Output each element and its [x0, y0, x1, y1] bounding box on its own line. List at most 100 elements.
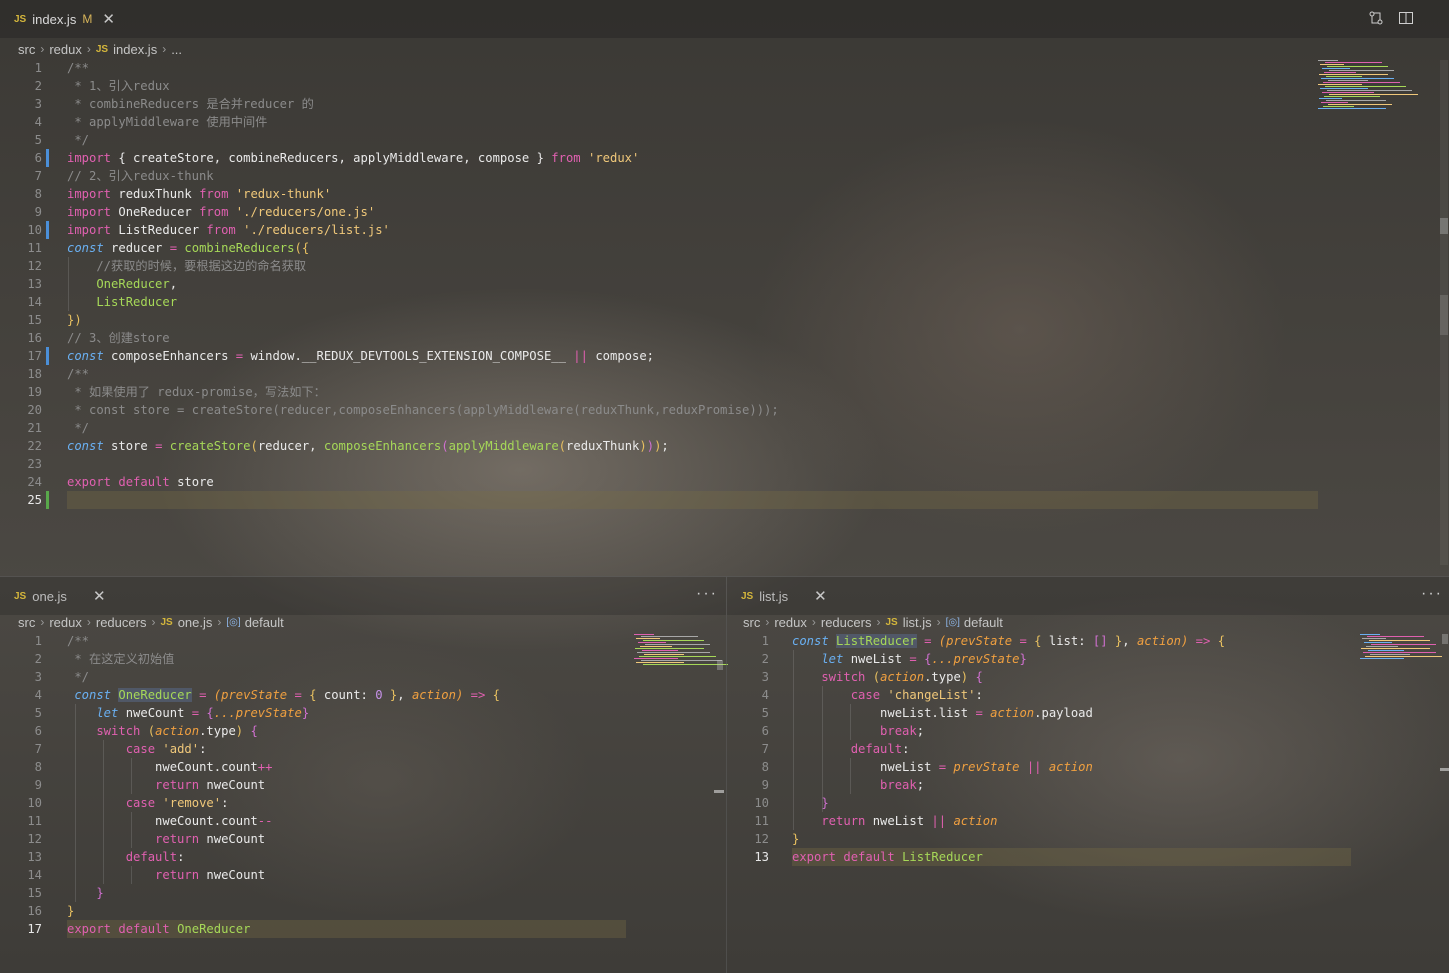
code-line[interactable]: 22 const store = createStore(reducer, com… [0, 437, 1449, 455]
code-text: const composeEnhancers = window.__REDUX_… [67, 347, 654, 365]
breadcrumb-item[interactable]: src [743, 615, 760, 630]
code-editor-one-js[interactable]: 1/** 2 * 在这定义初始值 3 */4 const OneReducer = … [0, 632, 726, 972]
minimap[interactable] [1318, 60, 1438, 120]
breadcrumb-item[interactable]: list.js [903, 615, 932, 630]
code-line[interactable]: 15}) [0, 311, 1449, 329]
code-line[interactable]: 6 import { createStore, combineReducers, … [0, 149, 1449, 167]
code-line[interactable]: 16 // 3、创建store [0, 329, 1449, 347]
code-line[interactable]: 13 export default ListReducer [727, 848, 1449, 866]
git-change-marker[interactable] [46, 347, 49, 365]
code-line[interactable]: 3 switch (action.type) { [727, 668, 1449, 686]
code-line[interactable]: 11 nweCount.count-- [0, 812, 726, 830]
code-line[interactable]: 9 import OneReducer from './reducers/one.… [0, 203, 1449, 221]
code-line[interactable]: 3 * combineReducers 是合并reducer 的 [0, 95, 1449, 113]
scrollbar-thumb[interactable] [714, 790, 724, 793]
code-line[interactable]: 17 export default OneReducer [0, 920, 726, 938]
code-line[interactable]: 11 return nweList || action [727, 812, 1449, 830]
code-line[interactable]: 8 nweList = prevState || action [727, 758, 1449, 776]
code-line[interactable]: 7 default: [727, 740, 1449, 758]
code-line[interactable]: 8 import reduxThunk from 'redux-thunk' [0, 185, 1449, 203]
code-line[interactable]: 3 */ [0, 668, 726, 686]
code-editor-index-js[interactable]: 1/** 2 * 1、引入redux 3 * combineReducers 是合并… [0, 59, 1449, 574]
breadcrumb-item[interactable]: default [245, 615, 284, 630]
code-line[interactable]: 14 ListReducer [0, 293, 1449, 311]
tab-one-js[interactable]: JS one.js ✕ [0, 577, 118, 615]
code-line[interactable]: 2 * 1、引入redux [0, 77, 1449, 95]
code-line[interactable]: 7 // 2、引入redux-thunk [0, 167, 1449, 185]
code-line[interactable]: 15 } [0, 884, 726, 902]
code-line[interactable]: 1 const ListReducer = (prevState = { list… [727, 632, 1449, 650]
code-line[interactable]: 9 break; [727, 776, 1449, 794]
code-line[interactable]: 18 /** [0, 365, 1449, 383]
code-line[interactable]: 14 return nweCount [0, 866, 726, 884]
code-line[interactable]: 1 /** [0, 59, 1449, 77]
code-line[interactable]: 2 * 在这定义初始值 [0, 650, 726, 668]
breadcrumb-item[interactable]: one.js [178, 615, 213, 630]
code-line[interactable]: 11 const reducer = combineReducers({ [0, 239, 1449, 257]
code-editor-list-js[interactable]: 1 const ListReducer = (prevState = { list… [727, 632, 1449, 972]
git-change-marker[interactable] [46, 221, 49, 239]
tab-index-js[interactable]: JS index.js M ✕ [0, 0, 127, 38]
code-line[interactable]: 20 * const store = createStore(reducer,c… [0, 401, 1449, 419]
code-line[interactable]: 12} [727, 830, 1449, 848]
breadcrumb-item[interactable]: ... [171, 42, 182, 57]
code-line[interactable]: 2 let nweList = {...prevState} [727, 650, 1449, 668]
breadcrumb-item[interactable]: default [964, 615, 1003, 630]
code-line[interactable]: 17 const composeEnhancers = window.__REDU… [0, 347, 1449, 365]
breadcrumb-item[interactable]: index.js [113, 42, 157, 57]
code-line[interactable]: 25 [0, 491, 1449, 509]
code-line[interactable]: 5 let nweCount = {...prevState} [0, 704, 726, 722]
breadcrumb-item[interactable]: redux [774, 615, 807, 630]
breadcrumb-item[interactable]: redux [49, 615, 82, 630]
code-line[interactable]: 8 nweCount.count++ [0, 758, 726, 776]
code-line[interactable]: 23 [0, 455, 1449, 473]
close-tab-icon[interactable]: ✕ [102, 10, 115, 28]
minimap[interactable] [634, 634, 728, 666]
code-line[interactable]: 5 nweList.list = action.payload [727, 704, 1449, 722]
close-tab-icon[interactable]: ✕ [814, 587, 827, 605]
scrollbar-thumb[interactable] [1440, 768, 1449, 771]
code-line[interactable]: 21 */ [0, 419, 1449, 437]
code-line[interactable]: 10 import ListReducer from './reducers/li… [0, 221, 1449, 239]
close-tab-icon[interactable]: ✕ [93, 587, 106, 605]
scrollbar-thumb[interactable] [717, 660, 723, 670]
scrollbar-thumb[interactable] [1440, 295, 1448, 335]
code-line[interactable]: 5 */ [0, 131, 1449, 149]
code-line[interactable]: 4 * applyMiddleware 使用中间件 [0, 113, 1449, 131]
code-line[interactable]: 1 /** [0, 632, 726, 650]
code-line[interactable]: 24 export default store [0, 473, 1449, 491]
scrollbar-thumb[interactable] [1442, 634, 1448, 644]
git-change-marker[interactable] [46, 149, 49, 167]
code-line[interactable]: 7 case 'add': [0, 740, 726, 758]
code-line[interactable]: 4 case 'changeList': [727, 686, 1449, 704]
code-line[interactable]: 10 } [727, 794, 1449, 812]
code-line[interactable]: 10 case 'remove': [0, 794, 726, 812]
breadcrumb-item[interactable]: redux [49, 42, 82, 57]
tab-list-js[interactable]: JS list.js ✕ [727, 577, 839, 615]
code-line[interactable]: 12 return nweCount [0, 830, 726, 848]
code-line[interactable]: 6 break; [727, 722, 1449, 740]
code-token: ; [661, 439, 669, 453]
code-line[interactable]: 13 default: [0, 848, 726, 866]
code-line[interactable]: 9 return nweCount [0, 776, 726, 794]
code-token: ...prevState [213, 706, 302, 720]
breadcrumb-item[interactable]: src [18, 615, 35, 630]
code-line[interactable]: 12 //获取的时候，要根据这边的命名获取 [0, 257, 1449, 275]
scrollbar-thumb[interactable] [1440, 218, 1448, 234]
more-actions-icon[interactable]: ··· [696, 585, 718, 603]
code-token: ({ [294, 241, 310, 255]
breadcrumb-item[interactable]: reducers [96, 615, 147, 630]
code-line[interactable]: 16} [0, 902, 726, 920]
compare-changes-icon[interactable] [1368, 10, 1384, 29]
breadcrumb-item[interactable]: reducers [821, 615, 872, 630]
code-line[interactable]: 19 * 如果使用了 redux-promise，写法如下： [0, 383, 1449, 401]
code-line[interactable]: 13 OneReducer, [0, 275, 1449, 293]
more-actions-icon[interactable]: ··· [1421, 585, 1443, 603]
git-change-marker[interactable] [46, 491, 49, 509]
breadcrumb-item[interactable]: src [18, 42, 35, 57]
code-line[interactable]: 6 switch (action.type) { [0, 722, 726, 740]
code-line[interactable]: 4 const OneReducer = (prevState = { coun… [0, 686, 726, 704]
minimap[interactable] [1360, 634, 1442, 660]
split-editor-icon[interactable] [1398, 10, 1414, 29]
code-text: nweCount.count-- [67, 812, 272, 830]
